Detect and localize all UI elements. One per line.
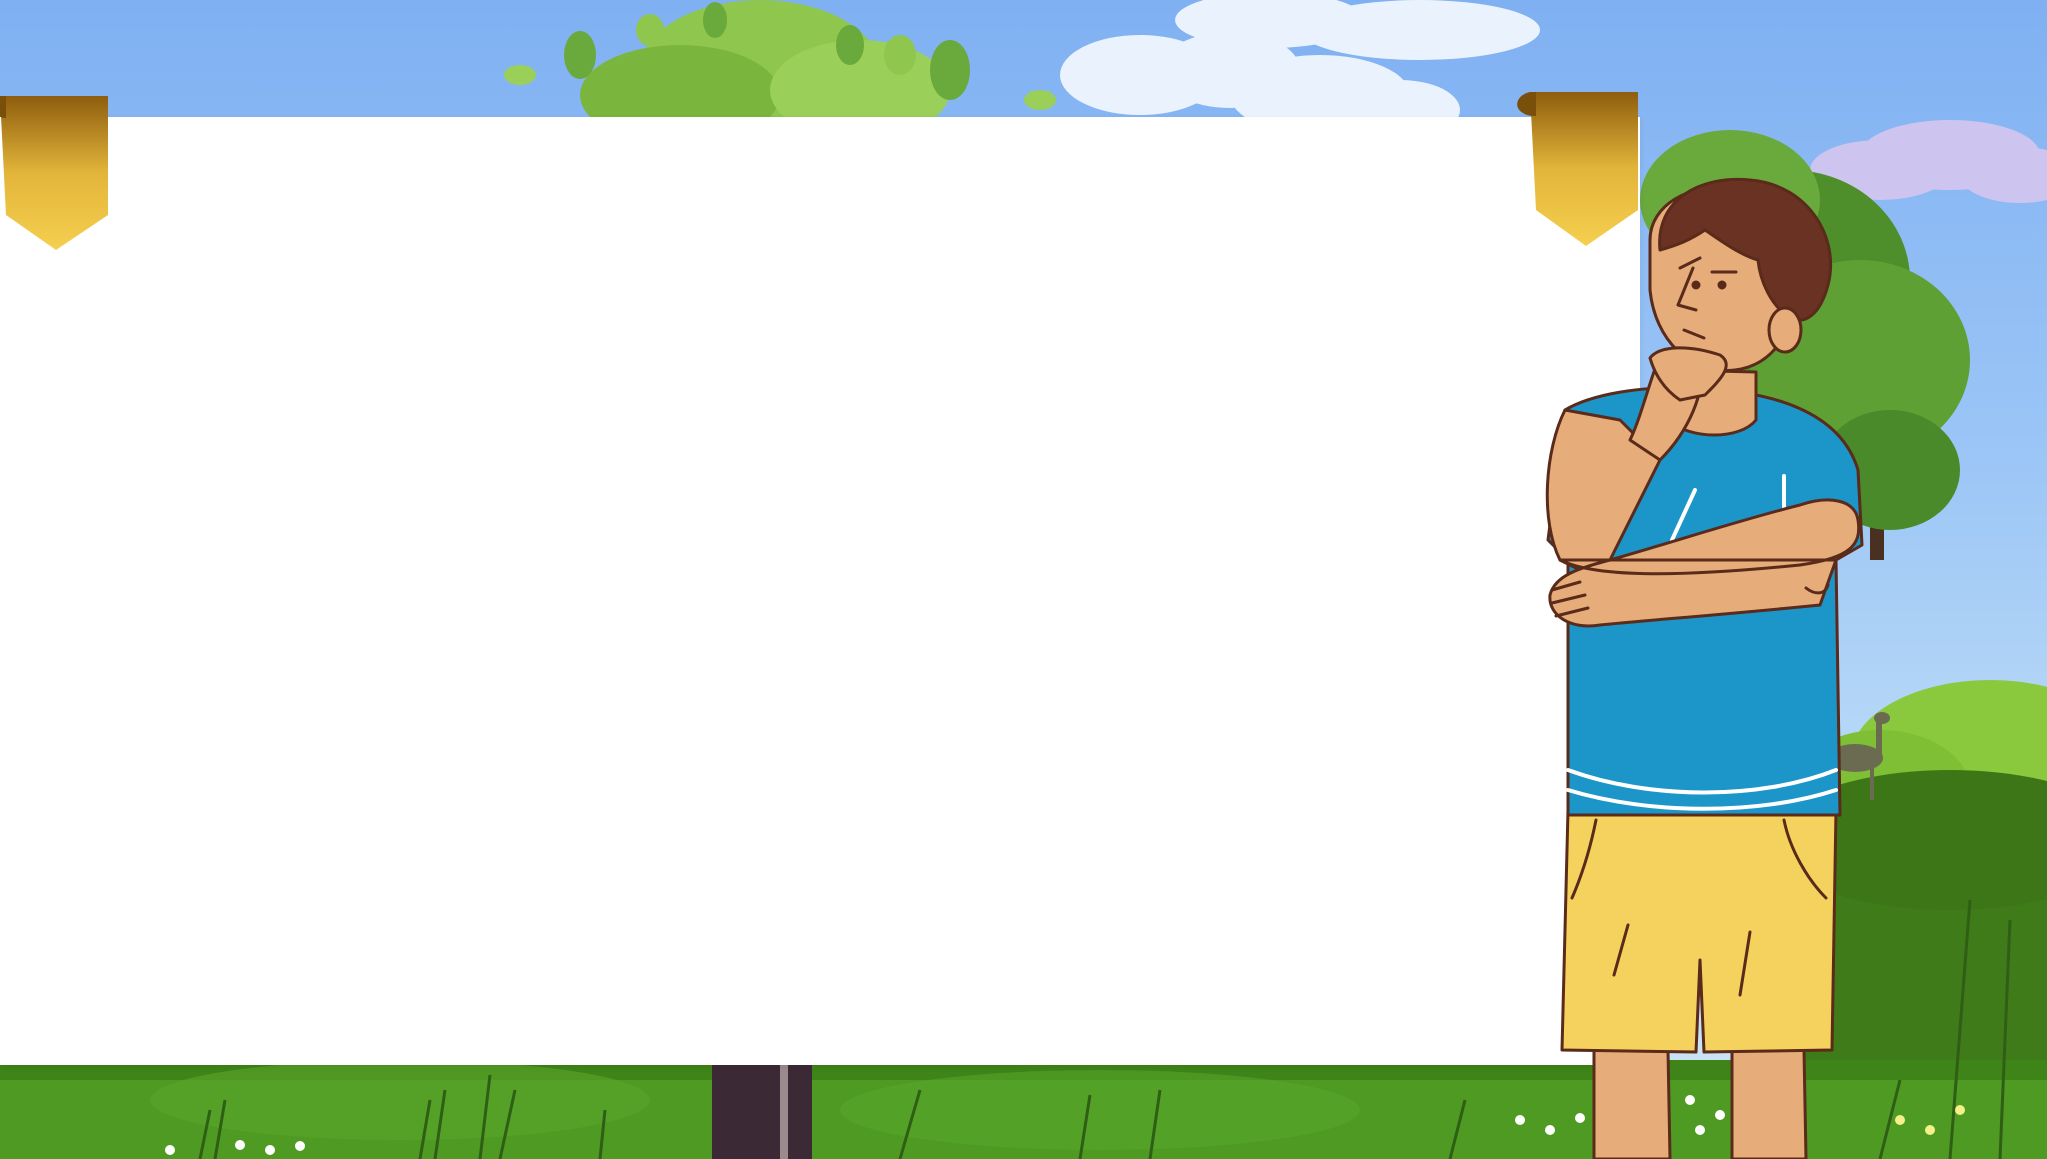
foreground-illustration bbox=[0, 92, 1864, 1159]
thinking-person bbox=[1545, 177, 1864, 1159]
left-ribbon-icon bbox=[0, 96, 108, 250]
right-ribbon-icon bbox=[1517, 92, 1638, 246]
scene bbox=[0, 0, 2047, 1159]
